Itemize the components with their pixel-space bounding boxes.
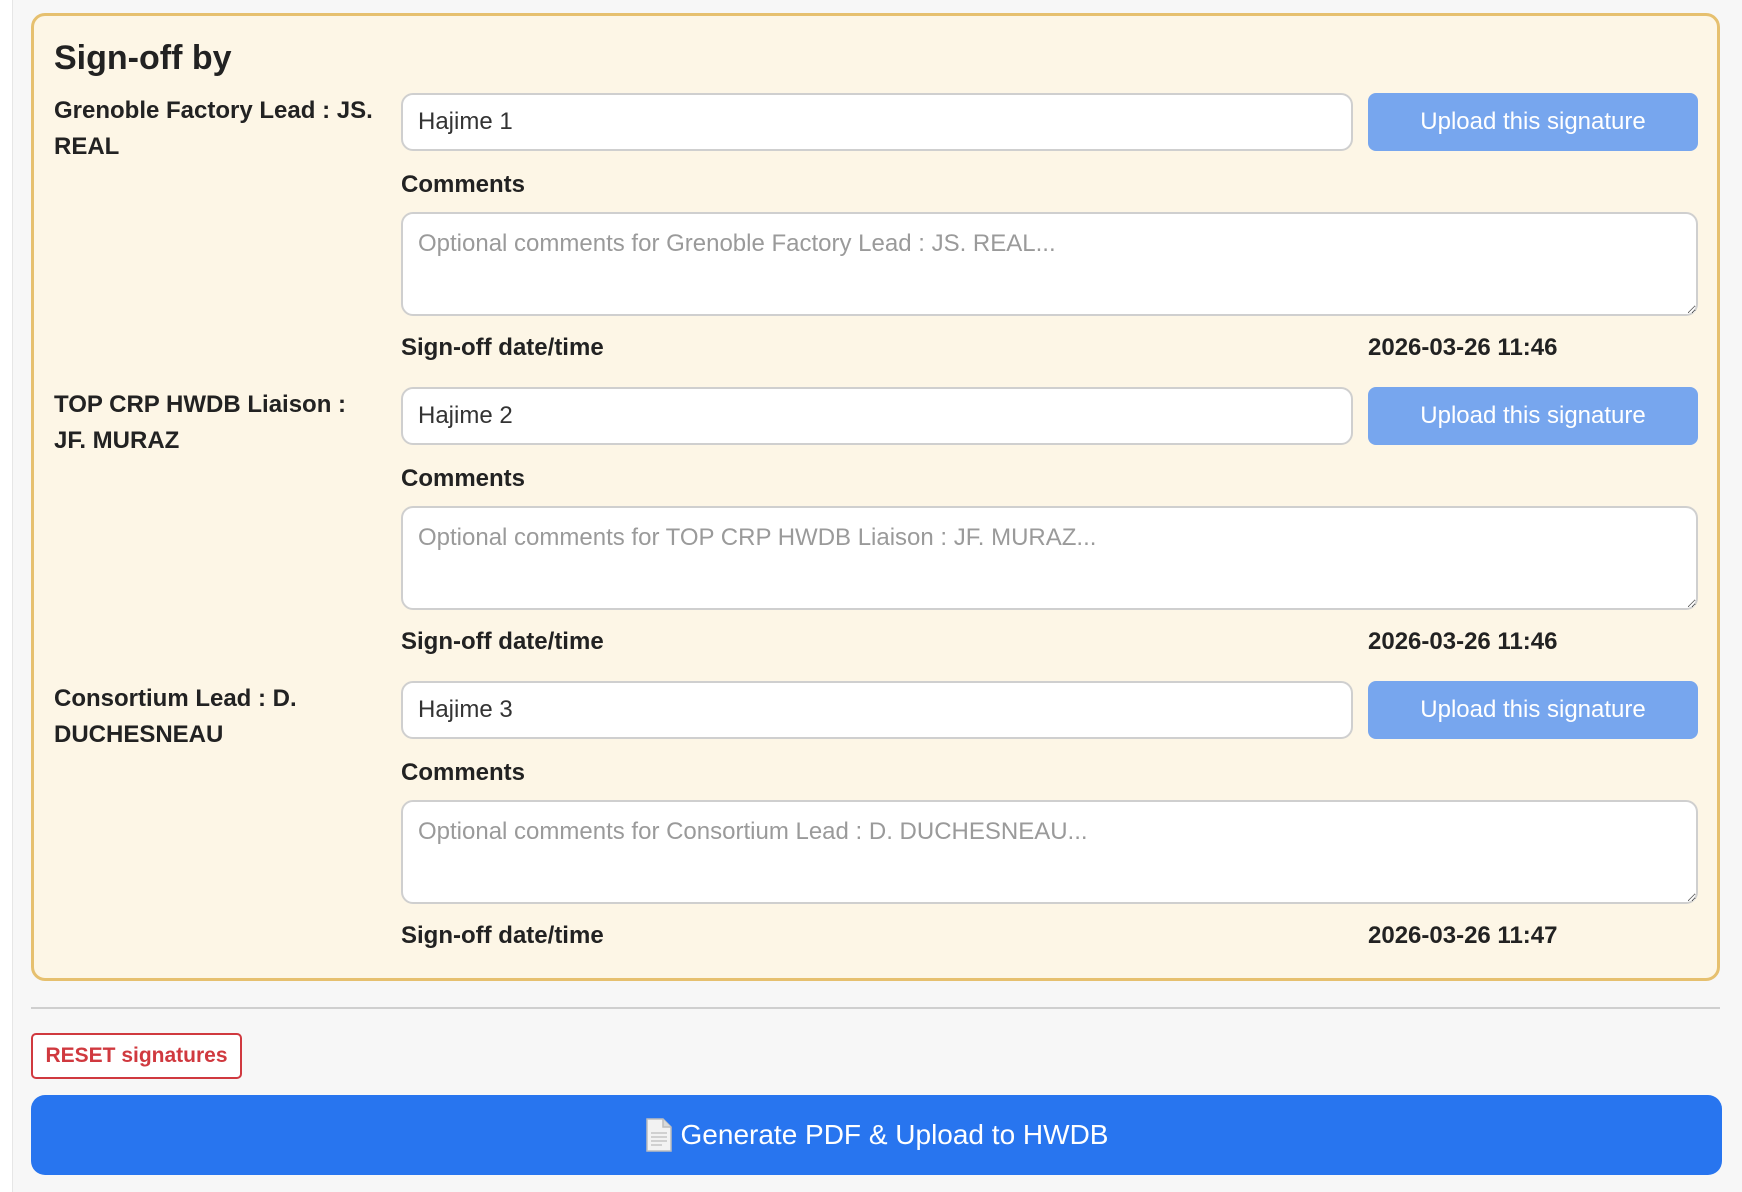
upload-signature-button[interactable]: Upload this signature	[1368, 681, 1698, 739]
comments-textarea[interactable]	[401, 800, 1698, 904]
generate-pdf-upload-button[interactable]: Generate PDF & Upload to HWDB	[31, 1095, 1722, 1175]
signer-block-1: Grenoble Factory Lead : JS. REAL Upload …	[34, 93, 1717, 387]
signer-name: Grenoble Factory Lead : JS. REAL	[54, 97, 373, 160]
signer-block-3: Consortium Lead : D. DUCHESNEAU Upload t…	[34, 681, 1717, 975]
comments-label: Comments	[401, 171, 526, 198]
comments-label: Comments	[401, 465, 526, 492]
signature-input[interactable]	[401, 681, 1353, 739]
signature-input[interactable]	[401, 93, 1353, 151]
divider	[31, 1007, 1720, 1009]
reset-signatures-button[interactable]: RESET signatures	[31, 1033, 242, 1079]
signoff-date-label: Sign-off date/time	[401, 334, 604, 361]
signature-input[interactable]	[401, 387, 1353, 445]
panel-title: Sign-off by	[54, 39, 232, 77]
signoff-date-label: Sign-off date/time	[401, 628, 604, 655]
upload-signature-button[interactable]: Upload this signature	[1368, 387, 1698, 445]
generate-button-label: Generate PDF & Upload to HWDB	[680, 1119, 1109, 1150]
upload-signature-button[interactable]: Upload this signature	[1368, 93, 1698, 151]
signer-name: Consortium Lead : D. DUCHESNEAU	[54, 685, 297, 748]
document-icon	[645, 1118, 673, 1152]
signoff-date-value: 2026-03-26 11:46	[1368, 628, 1558, 655]
signer-block-2: TOP CRP HWDB Liaison : JF. MURAZ Upload …	[34, 387, 1717, 681]
sign-off-panel: Sign-off by Grenoble Factory Lead : JS. …	[31, 13, 1720, 981]
comments-textarea[interactable]	[401, 506, 1698, 610]
comments-textarea[interactable]	[401, 212, 1698, 316]
signoff-date-value: 2026-03-26 11:46	[1368, 334, 1558, 361]
signer-name: TOP CRP HWDB Liaison : JF. MURAZ	[54, 391, 347, 454]
comments-label: Comments	[401, 759, 526, 786]
signoff-date-label: Sign-off date/time	[401, 922, 604, 949]
signoff-date-value: 2026-03-26 11:47	[1368, 922, 1558, 949]
